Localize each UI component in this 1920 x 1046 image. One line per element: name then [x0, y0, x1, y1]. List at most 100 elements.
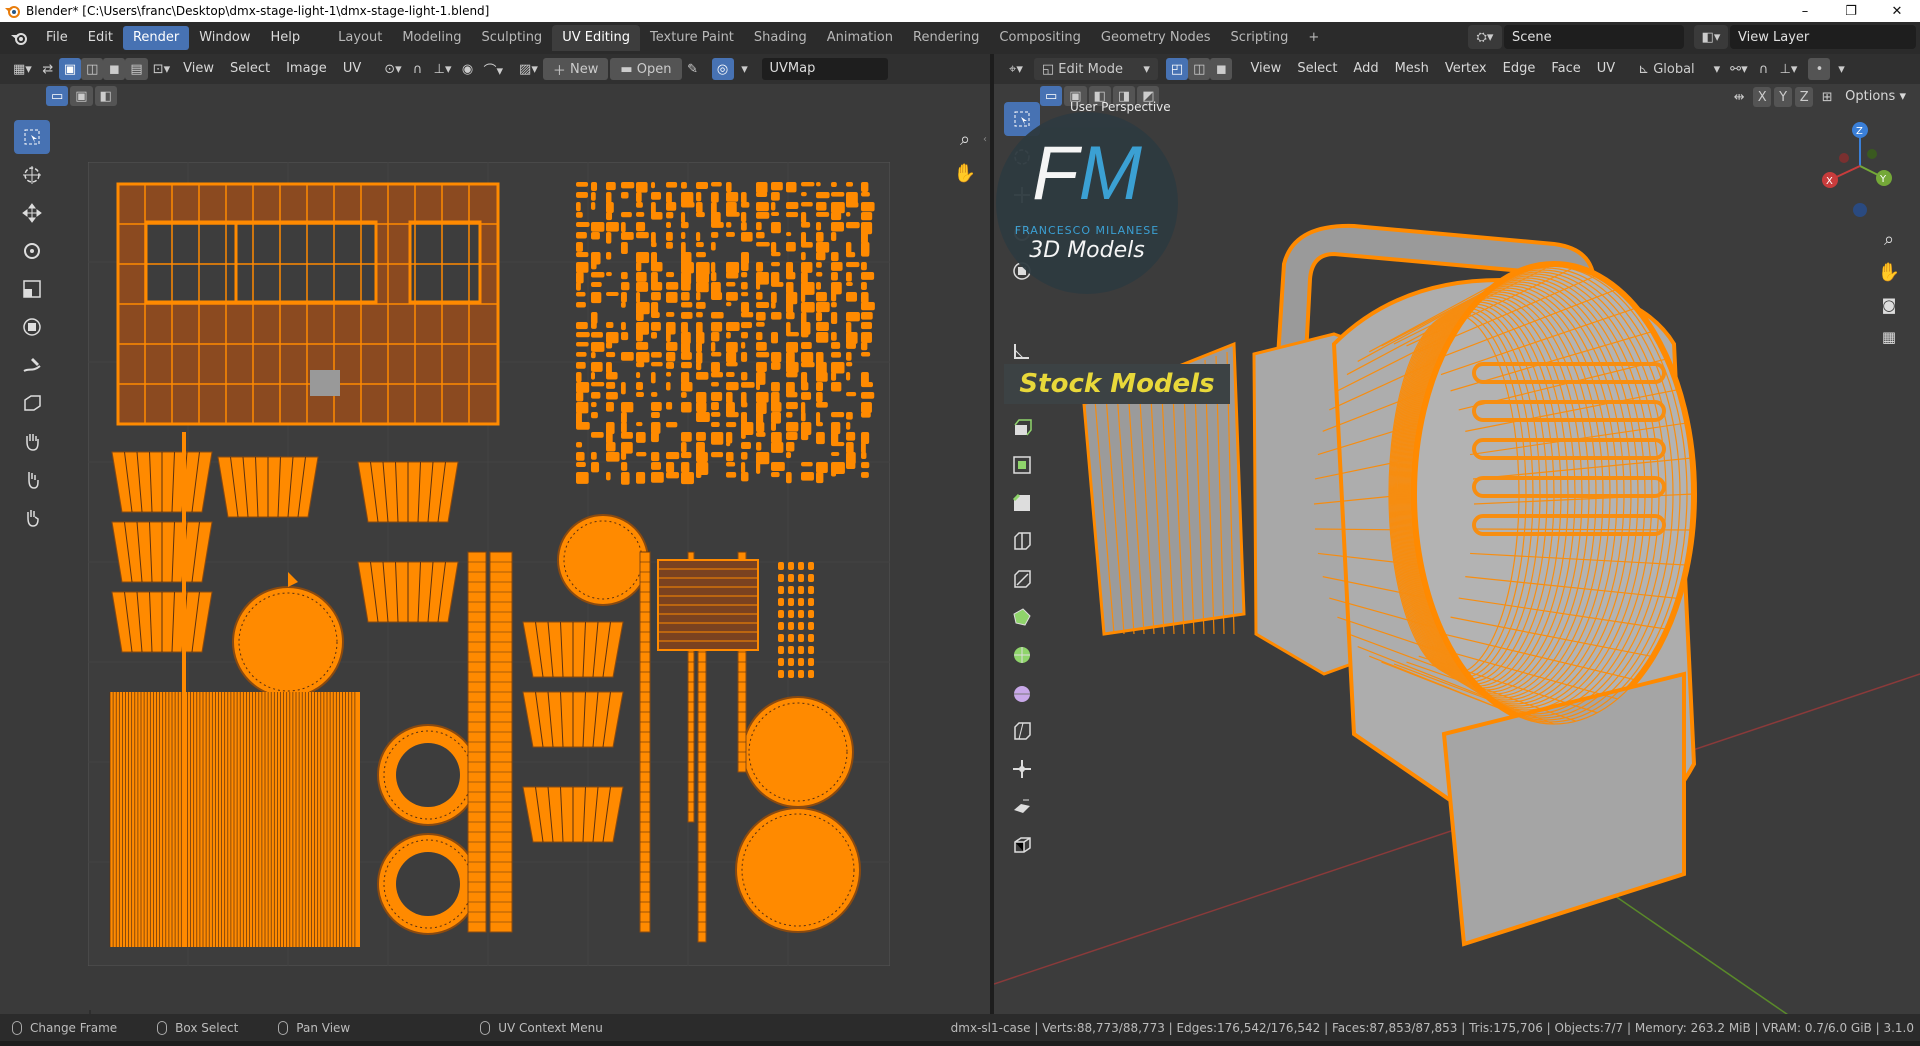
scene-selector-button[interactable]: ⛭▾ [1468, 25, 1502, 49]
uv-menu-view[interactable]: View [175, 58, 222, 80]
auto-merge-icon[interactable]: ⊞ [1816, 87, 1838, 107]
menu-file[interactable]: File [36, 26, 78, 50]
tab-sculpting[interactable]: Sculpting [471, 25, 552, 51]
select-box-tool[interactable] [14, 120, 50, 154]
mirror-x-toggle[interactable]: X [1753, 87, 1771, 107]
vp-menu-add[interactable]: Add [1345, 58, 1386, 80]
annotate-tool[interactable] [14, 348, 50, 382]
sync-selection-icon[interactable]: ⇄ [37, 58, 59, 80]
perspective-toggle-icon[interactable]: ▦ [1874, 322, 1904, 352]
loop-cut-tool[interactable] [1004, 524, 1040, 558]
blender-menu-icon[interactable] [10, 30, 28, 46]
tab-animation[interactable]: Animation [817, 25, 903, 51]
menu-edit[interactable]: Edit [78, 26, 123, 50]
mirror-z-toggle[interactable]: Z [1795, 87, 1813, 107]
tab-shading[interactable]: Shading [744, 25, 817, 51]
tab-modeling[interactable]: Modeling [392, 25, 471, 51]
vp-menu-edge[interactable]: Edge [1495, 58, 1544, 80]
pin-icon[interactable]: ✎ [682, 58, 704, 80]
vp-menu-view[interactable]: View [1242, 58, 1289, 80]
mode-dropdown[interactable]: ◱ Edit Mode ▾ [1034, 58, 1158, 80]
edge-mode-icon[interactable]: ◫ [1188, 58, 1210, 80]
options-dropdown[interactable]: Options ▾ [1841, 86, 1910, 108]
proportional-edit-icon[interactable]: ◉ [457, 58, 479, 80]
sticky-select-icon[interactable]: ⊡▾ [148, 58, 175, 80]
knife-tool[interactable] [1004, 562, 1040, 596]
add-workspace-button[interactable]: + [1298, 25, 1329, 51]
uv-canvas[interactable] [88, 162, 890, 966]
edge-select-icon[interactable]: ◫ [81, 58, 103, 80]
transform-tool[interactable] [14, 310, 50, 344]
zoom-icon[interactable]: ⌕ [950, 124, 980, 154]
uvmap-field[interactable]: UVMap [762, 58, 888, 80]
zoom-view-icon[interactable]: ⌕ [1874, 224, 1904, 254]
snap-toggle-icon[interactable]: ∩ [1753, 58, 1775, 80]
bevel-tool[interactable] [1004, 486, 1040, 520]
mirror-y-toggle[interactable]: Y [1774, 87, 1792, 107]
vp-menu-select[interactable]: Select [1289, 58, 1345, 80]
pinch-tool[interactable] [14, 500, 50, 534]
maximize-button[interactable]: ❐ [1828, 0, 1874, 22]
pivot-point-icon[interactable]: ⚯▾ [1725, 58, 1752, 80]
tab-compositing[interactable]: Compositing [989, 25, 1091, 51]
menu-help[interactable]: Help [261, 26, 311, 50]
proportional-falloff-icon[interactable]: ▾ [1830, 58, 1852, 80]
spin-tool[interactable] [1004, 638, 1040, 672]
poly-build-tool[interactable] [1004, 600, 1040, 634]
island-select-icon[interactable]: ▤ [125, 58, 147, 80]
grab-tool[interactable] [14, 424, 50, 458]
transform-orientation-dropdown[interactable]: ⊾ Global ▾ [1633, 58, 1725, 80]
select-subtract-icon[interactable]: ◧ [95, 86, 117, 106]
vp-menu-face[interactable]: Face [1543, 58, 1588, 80]
pivot-icon[interactable]: ⊙▾ [379, 58, 406, 80]
minimize-button[interactable]: – [1782, 0, 1828, 22]
vertex-select-icon[interactable]: ▣ [59, 58, 81, 80]
inset-tool[interactable] [1004, 448, 1040, 482]
extrude-tool[interactable] [1004, 410, 1040, 444]
new-image-button[interactable]: ＋ New [543, 58, 609, 80]
scale-tool[interactable] [14, 272, 50, 306]
overlay-icon[interactable]: ◎ [712, 58, 734, 80]
move-tool[interactable] [14, 196, 50, 230]
tab-rendering[interactable]: Rendering [903, 25, 989, 51]
view-layer-field[interactable]: View Layer [1730, 25, 1916, 49]
uv-menu-uv[interactable]: UV [335, 58, 369, 80]
vp-menu-vertex[interactable]: Vertex [1437, 58, 1495, 80]
menu-window[interactable]: Window [189, 26, 260, 50]
vp-menu-uv[interactable]: UV [1589, 58, 1623, 80]
rotate-tool[interactable] [14, 234, 50, 268]
select-extend-icon[interactable]: ▣ [70, 86, 92, 106]
close-button[interactable]: ✕ [1874, 0, 1920, 22]
tab-geometry-nodes[interactable]: Geometry Nodes [1091, 25, 1221, 51]
menu-render[interactable]: Render [123, 26, 189, 50]
edge-slide-tool[interactable] [1004, 714, 1040, 748]
viewport-editor-type-icon[interactable]: ⌖▾ [1004, 58, 1028, 80]
navigation-gizmo[interactable]: Z Y X [1814, 118, 1904, 228]
falloff-icon[interactable]: ⌒▾ [479, 58, 509, 80]
overlay-dropdown-icon[interactable]: ▾ [734, 58, 756, 80]
camera-view-icon[interactable]: ◙ [1874, 290, 1904, 320]
uv-menu-select[interactable]: Select [222, 58, 278, 80]
snap-element-icon[interactable]: ⊥▾ [1775, 58, 1803, 80]
view-layer-selector-button[interactable]: ◧▾ [1694, 25, 1728, 49]
tab-scripting[interactable]: Scripting [1221, 25, 1299, 51]
pan-hand-icon[interactable]: ✋ [950, 158, 980, 188]
cursor-tool[interactable] [14, 158, 50, 192]
uv-menu-image[interactable]: Image [278, 58, 335, 80]
snap-target-icon[interactable]: ⊥▾ [429, 58, 457, 80]
tab-texture-paint[interactable]: Texture Paint [640, 25, 744, 51]
sidebar-toggle-icon[interactable]: ‹ [983, 134, 987, 145]
select-new-icon[interactable]: ▭ [46, 86, 68, 106]
vp-menu-mesh[interactable]: Mesh [1387, 58, 1437, 80]
vertex-mode-icon[interactable]: ◰ [1166, 58, 1188, 80]
proportional-icon[interactable]: • [1808, 58, 1830, 80]
tab-uv-editing[interactable]: UV Editing [552, 25, 640, 51]
face-select-icon[interactable]: ◼ [103, 58, 125, 80]
tab-layout[interactable]: Layout [328, 25, 392, 51]
relax-tool[interactable] [14, 462, 50, 496]
scene-field[interactable]: Scene [1504, 25, 1684, 49]
rip-region-tool[interactable] [1004, 828, 1040, 862]
pan-view-icon[interactable]: ✋ [1874, 257, 1904, 287]
snap-icon[interactable]: ∩ [407, 58, 429, 80]
editor-type-icon[interactable]: ▦▾ [8, 58, 37, 80]
